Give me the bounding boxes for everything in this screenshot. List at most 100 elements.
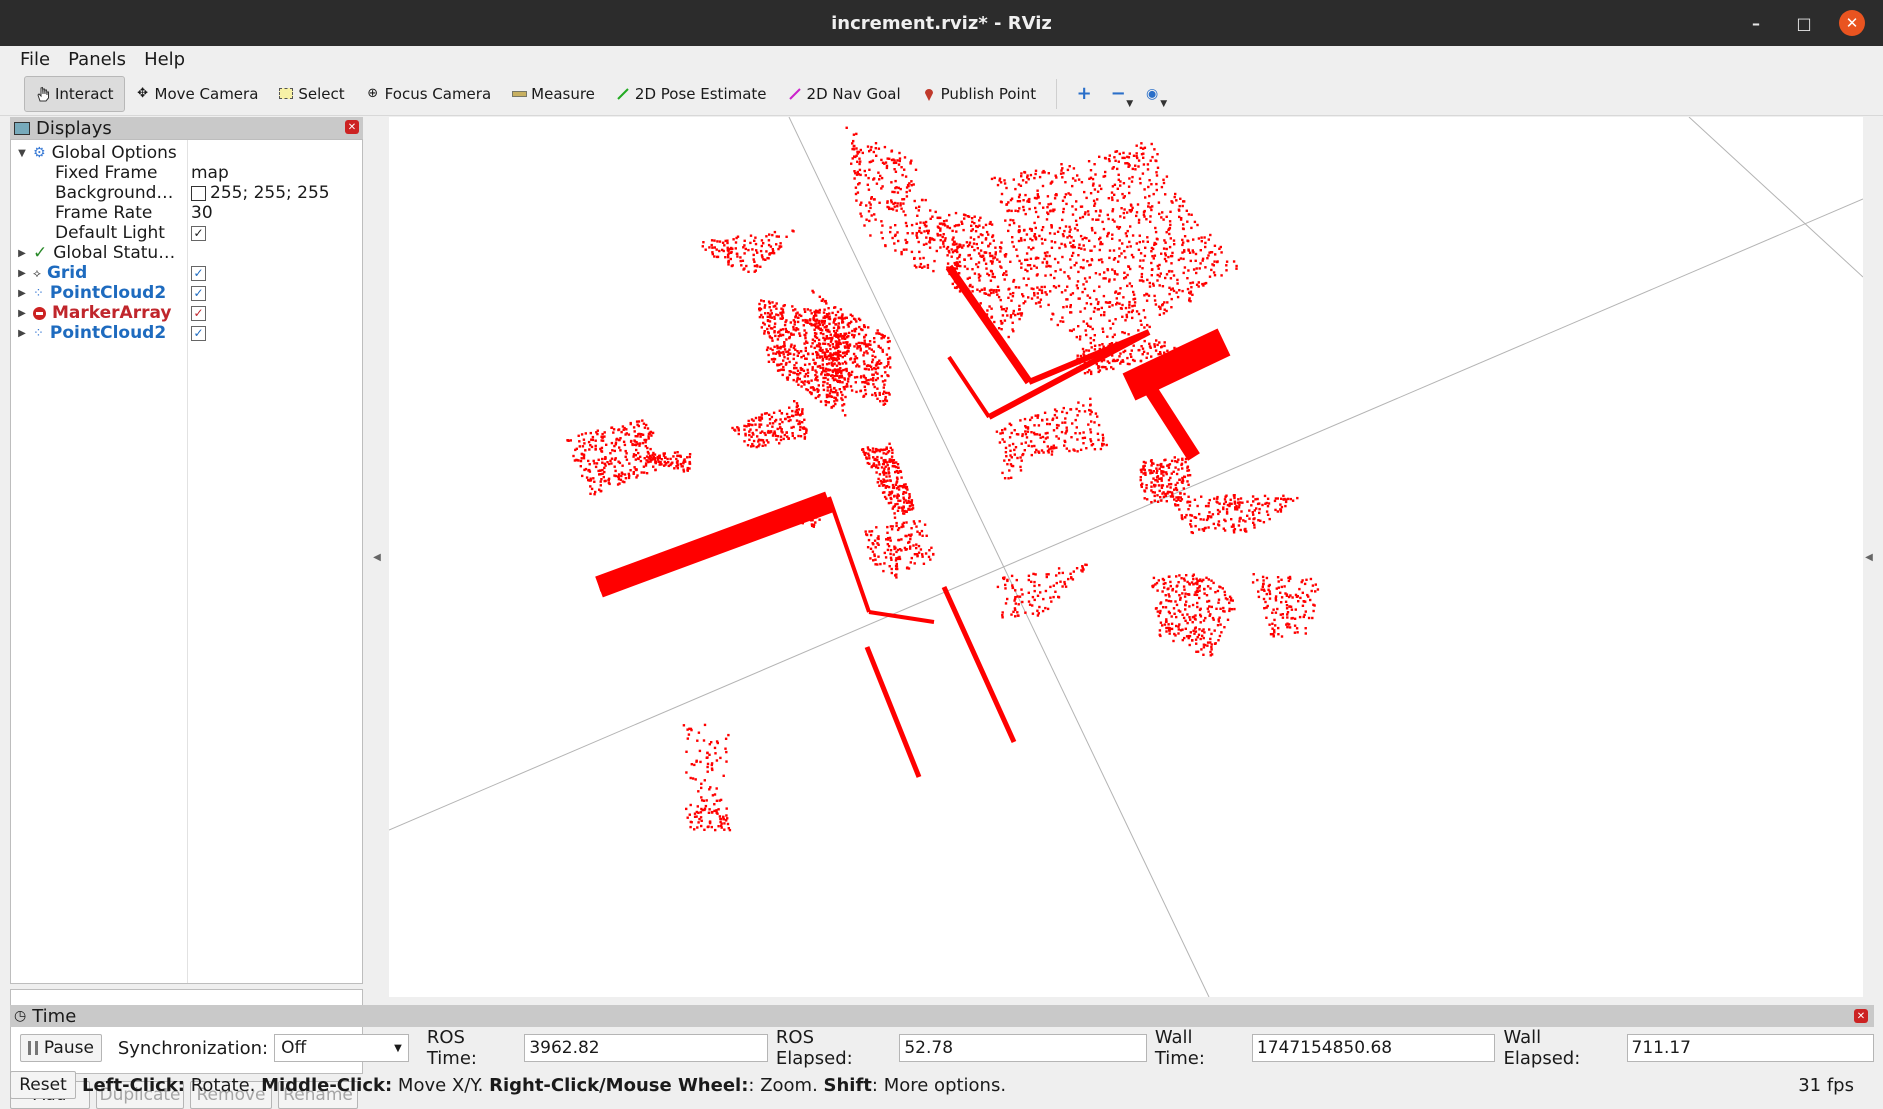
- collapse-arrow-icon[interactable]: ▶: [15, 328, 29, 339]
- point: [1077, 297, 1080, 300]
- reset-button[interactable]: Reset: [10, 1071, 76, 1099]
- expand-arrow-icon[interactable]: ▼: [15, 148, 29, 159]
- point: [1210, 268, 1213, 272]
- tool-2d-pose-estimate[interactable]: 2D Pose Estimate: [605, 76, 777, 112]
- tree-row-fixed-frame[interactable]: Fixed Frame map: [11, 162, 362, 184]
- panel-close-icon[interactable]: ✕: [345, 120, 359, 134]
- maximize-icon[interactable]: □: [1791, 10, 1817, 36]
- point: [1183, 266, 1187, 269]
- point: [1209, 637, 1212, 641]
- tool-2d-nav-goal[interactable]: 2D Nav Goal: [777, 76, 911, 112]
- menu-file[interactable]: File: [14, 49, 56, 70]
- pause-button[interactable]: Pause: [20, 1034, 102, 1062]
- point: [1129, 225, 1132, 228]
- point: [855, 199, 858, 202]
- tree-row-frame-rate[interactable]: Frame Rate 30: [11, 202, 362, 224]
- point: [1288, 605, 1292, 608]
- tool-focus-camera[interactable]: ⊕ Focus Camera: [355, 76, 501, 112]
- point: [1137, 221, 1141, 224]
- collapse-arrow-icon[interactable]: ▶: [15, 308, 29, 319]
- point: [1126, 284, 1129, 288]
- point: [1061, 421, 1064, 424]
- pointcloud2-checkbox[interactable]: ✓: [191, 325, 206, 341]
- panel-close-icon[interactable]: ✕: [1854, 1009, 1868, 1023]
- tool-move-camera[interactable]: ✥ Move Camera: [125, 76, 269, 112]
- tree-row-default-light[interactable]: Default Light ✓: [11, 222, 362, 244]
- point: [866, 183, 869, 186]
- tree-row-markerarray[interactable]: ▶ MarkerArray ✓: [11, 302, 362, 324]
- tree-row-grid[interactable]: ▶ ⟡ Grid ✓: [11, 262, 362, 284]
- point: [916, 236, 919, 239]
- point: [900, 506, 903, 509]
- point: [779, 438, 783, 442]
- minimize-icon[interactable]: –: [1743, 10, 1769, 36]
- left-splitter-handle[interactable]: ◀: [372, 117, 382, 997]
- point: [882, 569, 885, 573]
- point: [1169, 486, 1172, 489]
- background-value[interactable]: 255; 255; 255: [210, 183, 330, 203]
- point: [1035, 448, 1038, 452]
- point: [891, 459, 894, 462]
- grid-checkbox[interactable]: ✓: [191, 265, 206, 281]
- wall-elapsed-field[interactable]: 711.17: [1626, 1034, 1874, 1062]
- point-cloud-scene[interactable]: [389, 117, 1863, 997]
- ros-elapsed-field[interactable]: 52.78: [899, 1034, 1147, 1062]
- menu-panels[interactable]: Panels: [62, 49, 132, 70]
- point: [1123, 349, 1127, 353]
- tree-row-global-status[interactable]: ▶ ✓ Global Statu…: [11, 242, 362, 264]
- point: [846, 380, 850, 383]
- remove-tool-button[interactable]: − ▼: [1101, 77, 1135, 111]
- collapse-arrow-icon[interactable]: ▶: [15, 288, 29, 299]
- collapse-arrow-icon[interactable]: ▶: [15, 268, 29, 279]
- tree-row-pointcloud2-1[interactable]: ▶ ⁘ PointCloud2 ✓: [11, 282, 362, 304]
- point: [1102, 175, 1105, 178]
- right-splitter-handle[interactable]: ◀: [1864, 117, 1874, 997]
- point: [912, 520, 916, 523]
- markerarray-checkbox[interactable]: ✓: [191, 305, 206, 321]
- point: [1018, 259, 1021, 263]
- point: [1094, 412, 1098, 415]
- point: [1186, 474, 1190, 477]
- point: [779, 347, 782, 350]
- frame-rate-value[interactable]: 30: [191, 203, 213, 223]
- point: [1040, 449, 1044, 452]
- point: [1191, 639, 1194, 642]
- point: [1047, 303, 1050, 307]
- point: [816, 351, 819, 355]
- color-swatch[interactable]: [191, 185, 206, 201]
- point: [1132, 256, 1135, 259]
- point: [903, 512, 906, 515]
- point: [779, 333, 782, 336]
- menu-help[interactable]: Help: [138, 49, 191, 70]
- wall-time-field[interactable]: 1747154850.68: [1251, 1034, 1496, 1062]
- ros-time-field[interactable]: 3962.82: [524, 1034, 768, 1062]
- point: [679, 462, 682, 466]
- point: [1101, 439, 1105, 442]
- pointcloud2-checkbox[interactable]: ✓: [191, 285, 206, 301]
- point: [1209, 516, 1213, 519]
- point: [1030, 445, 1034, 448]
- point: [715, 740, 719, 743]
- tool-interact[interactable]: Interact: [24, 75, 125, 112]
- view-tool-button[interactable]: ◉ ▼: [1135, 77, 1169, 111]
- sync-select[interactable]: Off ▼: [274, 1034, 409, 1062]
- tree-row-background[interactable]: Background… 255; 255; 255: [11, 182, 362, 204]
- 3d-viewport[interactable]: [389, 117, 1863, 997]
- point: [793, 437, 796, 440]
- collapse-arrow-icon[interactable]: ▶: [15, 248, 29, 259]
- tree-row-global-options[interactable]: ▼ ⚙ Global Options: [11, 142, 362, 164]
- point: [1031, 239, 1034, 242]
- default-light-checkbox[interactable]: ✓: [191, 225, 206, 241]
- point: [1162, 495, 1166, 498]
- close-icon[interactable]: ✕: [1839, 10, 1865, 36]
- point: [910, 527, 913, 530]
- point: [904, 534, 907, 538]
- point: [713, 803, 716, 806]
- tool-select[interactable]: Select: [268, 76, 354, 112]
- tool-publish-point[interactable]: Publish Point: [911, 76, 1046, 112]
- tool-measure[interactable]: Measure: [501, 76, 605, 112]
- add-tool-button[interactable]: +: [1067, 77, 1101, 111]
- tree-row-pointcloud2-2[interactable]: ▶ ⁘ PointCloud2 ✓: [11, 322, 362, 344]
- fixed-frame-value[interactable]: map: [191, 163, 229, 183]
- point: [1036, 609, 1039, 612]
